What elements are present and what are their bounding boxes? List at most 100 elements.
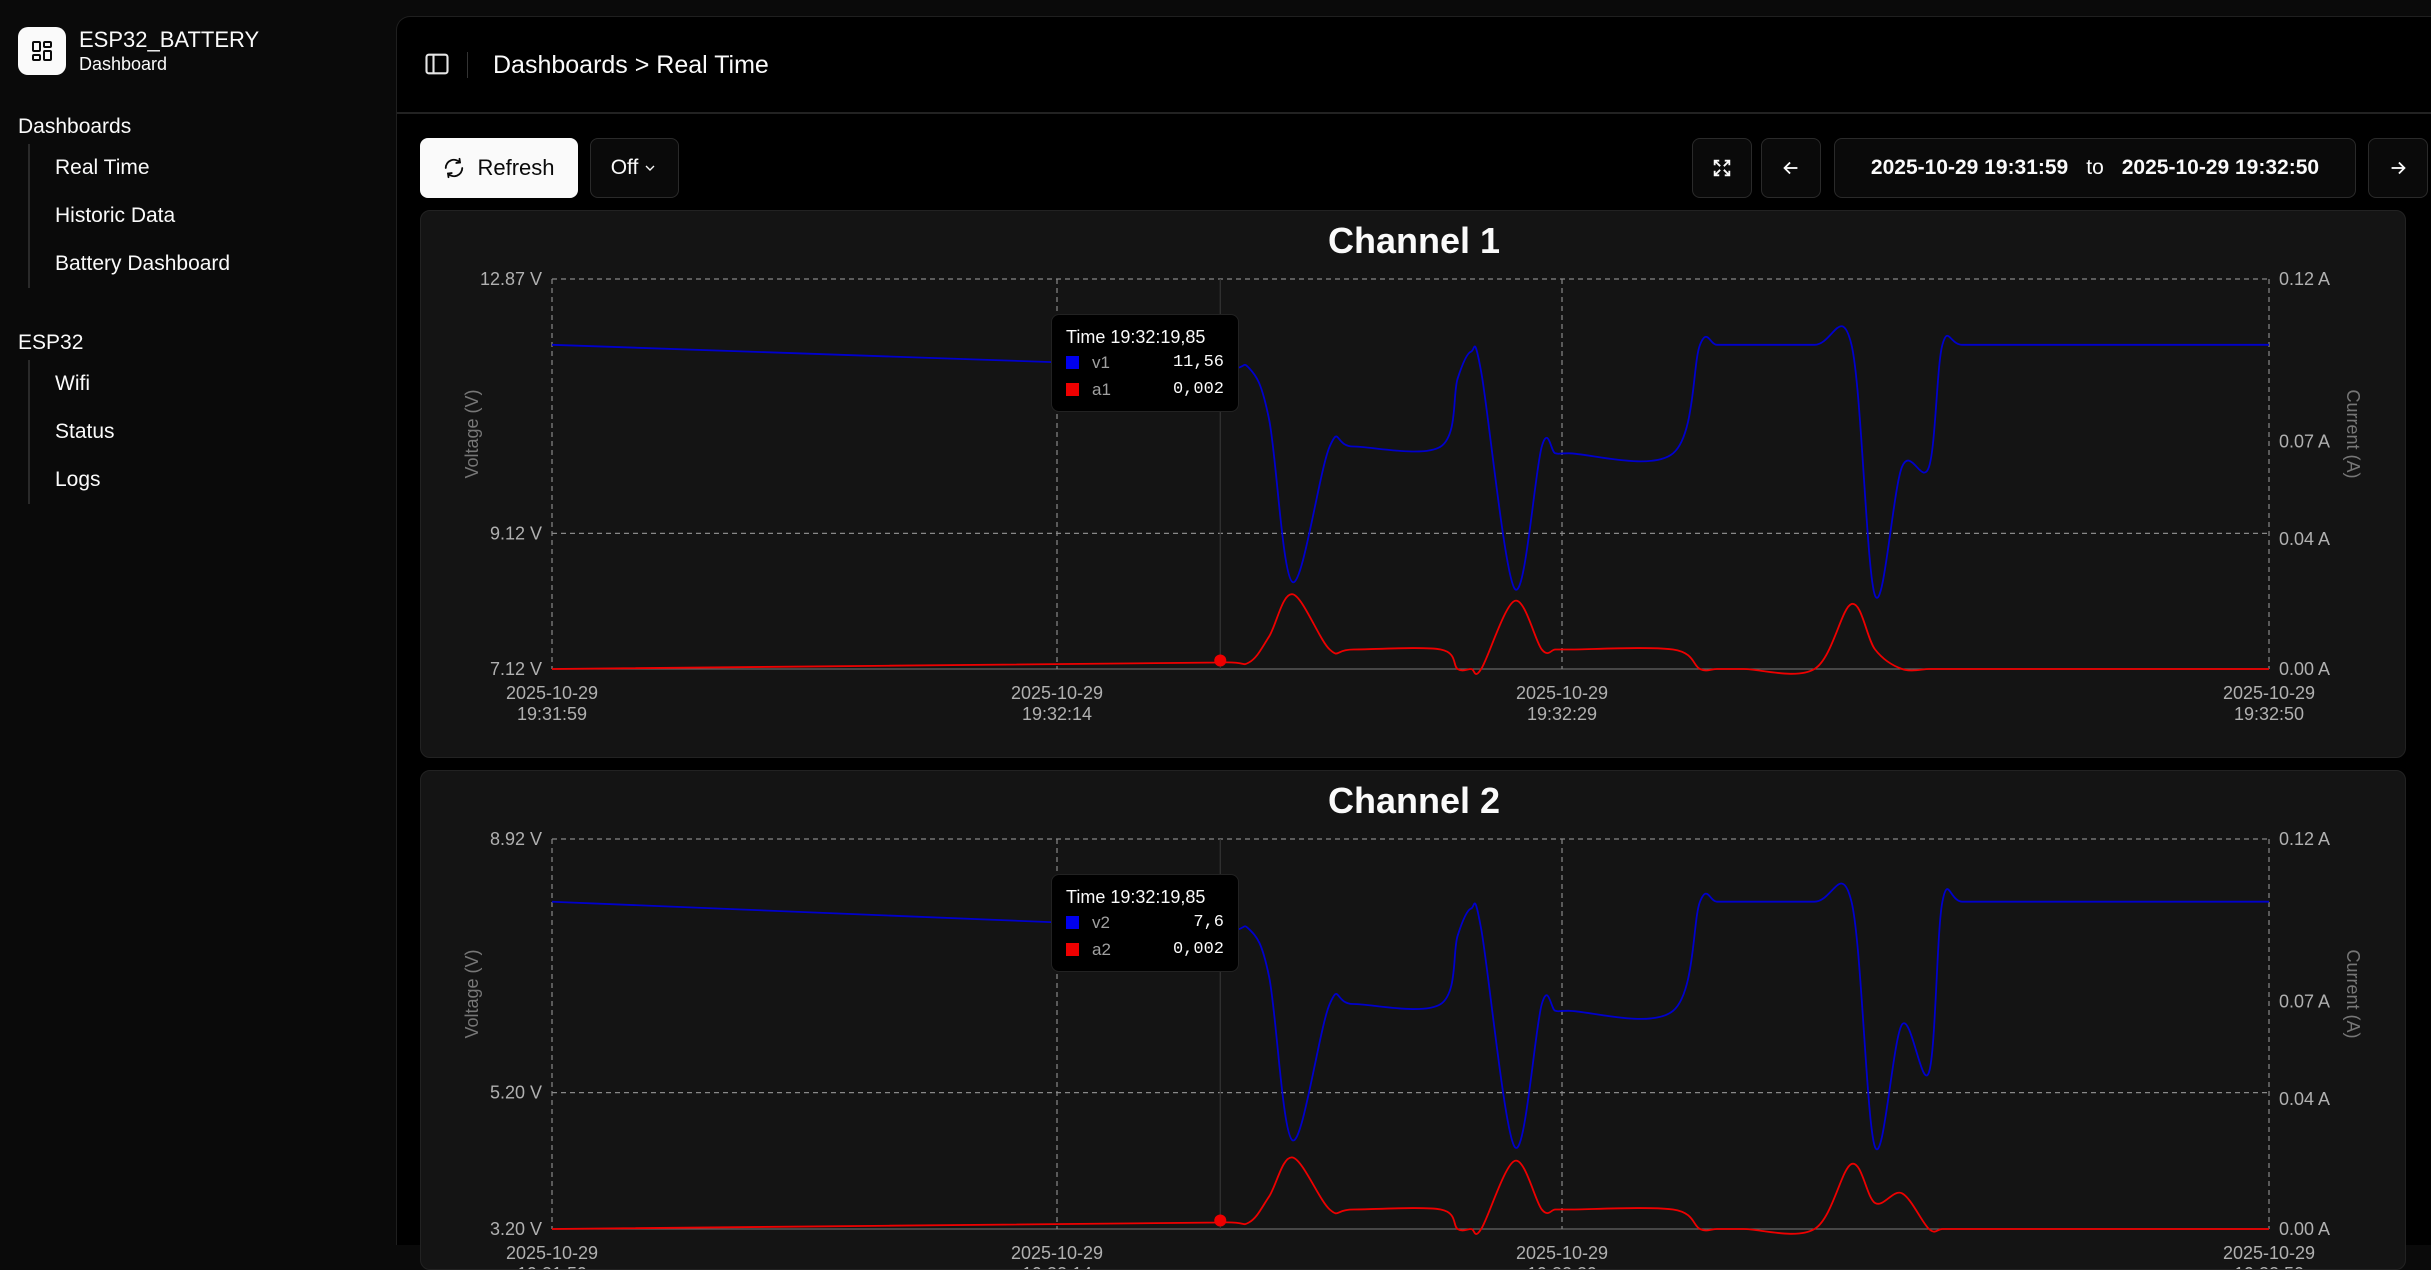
- y2-tick-label: 0.07 A: [2279, 992, 2330, 1012]
- refresh-label: Refresh: [477, 155, 555, 180]
- y-tick-label: 12.87 V: [480, 269, 542, 289]
- tooltip-series-value: 0,002: [1172, 380, 1224, 399]
- chart-tooltip: Time 19:32:19,85 v1 11,56 a1 0,002: [1051, 314, 1239, 412]
- header-divider: [467, 52, 468, 78]
- sidebar-item-wifi[interactable]: Wifi: [55, 360, 115, 408]
- x-tick-time: 19:31:59: [517, 704, 587, 724]
- chart-card-channel-1: Channel 1 12.87 V 9.12 V 7.12 V 0.12 A 0.07 A…: [420, 210, 2406, 758]
- x-tick-time: 19:32:14: [1022, 1264, 1092, 1270]
- toolbar: Refresh Off 2025-10-29 19:31:59 to 2025-…: [420, 138, 2428, 198]
- x-tick-date: 2025-10-29: [2223, 683, 2315, 703]
- x-tick-time: 19:31:59: [517, 1264, 587, 1270]
- y2-tick-label: 0.00 A: [2279, 659, 2330, 679]
- tooltip-time: Time 19:32:19,85: [1066, 887, 1206, 907]
- y2-axis-label: Current (A): [2343, 949, 2363, 1038]
- app-title: ESP32_BATTERY: [79, 27, 260, 52]
- nav-group-esp32: ESP32 Wifi Status Logs: [18, 326, 115, 504]
- series-line-v1: [551, 325, 2269, 599]
- y2-tick-label: 0.07 A: [2279, 432, 2330, 452]
- tooltip-series-name: v1: [1092, 352, 1110, 372]
- chevron-down-icon: [645, 165, 655, 171]
- tooltip-series-name: v2: [1092, 912, 1110, 932]
- legend-swatch-voltage: [1066, 356, 1079, 369]
- nav-group-dashboards: Dashboards Real Time Historic Data Batte…: [18, 110, 230, 288]
- auto-refresh-select[interactable]: Off: [590, 138, 679, 198]
- y-axis-label: Voltage (V): [462, 949, 482, 1038]
- x-tick-time: 19:32:29: [1527, 704, 1597, 724]
- x-tick-time: 19:32:29: [1527, 1264, 1597, 1270]
- range-to-word: to: [2086, 156, 2104, 179]
- tooltip-series-name: a1: [1092, 379, 1111, 399]
- legend-swatch-voltage: [1066, 916, 1079, 929]
- series-line-a1: [551, 593, 2269, 675]
- channel-1-chart[interactable]: Channel 1 12.87 V 9.12 V 7.12 V 0.12 A 0.07 A…: [421, 211, 2406, 758]
- x-tick-date: 2025-10-29: [1011, 1243, 1103, 1263]
- tooltip-time: Time 19:32:19,85: [1066, 327, 1206, 347]
- nav-group-label: ESP32: [18, 331, 84, 354]
- x-tick-date: 2025-10-29: [506, 683, 598, 703]
- fullscreen-icon: [1713, 159, 1731, 177]
- chart-title: Channel 2: [1328, 780, 1500, 821]
- refresh-button[interactable]: Refresh: [420, 138, 578, 198]
- legend-swatch-current: [1066, 943, 1079, 956]
- channel-2-chart[interactable]: Channel 2 8.92 V 5.20 V 3.20 V 0.12 A 0.07 A 0…: [421, 771, 2406, 1270]
- y-tick-label: 7.12 V: [490, 659, 542, 679]
- breadcrumb: Dashboards > Real Time: [493, 51, 769, 79]
- y-tick-label: 8.92 V: [490, 829, 542, 849]
- range-from: 2025-10-29 19:31:59: [1870, 156, 2069, 179]
- y2-tick-label: 0.00 A: [2279, 1219, 2330, 1239]
- tooltip-row: a1 0,002: [1066, 376, 1224, 403]
- time-range-picker[interactable]: 2025-10-29 19:31:59 to 2025-10-29 19:32:…: [1834, 138, 2356, 198]
- y2-tick-label: 0.12 A: [2279, 269, 2330, 289]
- chart-tooltip: Time 19:32:19,85 v2 7,6 a2 0,002: [1051, 874, 1239, 972]
- chart-card-channel-2: Channel 2 8.92 V 5.20 V 3.20 V 0.12 A 0.07 A 0…: [420, 770, 2406, 1270]
- tooltip-row: a2 0,002: [1066, 936, 1224, 963]
- app-brand[interactable]: ESP32_BATTERY Dashboard: [18, 27, 259, 75]
- y-axis-label: Voltage (V): [462, 389, 482, 478]
- dashboard-logo-icon: [18, 27, 66, 75]
- arrow-right-icon: [2391, 161, 2406, 175]
- sidebar-item-historic-data[interactable]: Historic Data: [55, 192, 230, 240]
- sidebar: ESP32_BATTERY Dashboard Dashboards Real …: [0, 0, 396, 1245]
- y2-axis-label: Current (A): [2343, 389, 2363, 478]
- hover-point: [1214, 1214, 1227, 1227]
- x-tick-time: 19:32:14: [1022, 704, 1092, 724]
- tooltip-series-value: 11,56: [1172, 353, 1224, 372]
- y-tick-label: 9.12 V: [490, 523, 542, 543]
- chart-title: Channel 1: [1328, 220, 1500, 261]
- y2-tick-label: 0.12 A: [2279, 829, 2330, 849]
- next-range-button[interactable]: [2368, 138, 2428, 198]
- main-panel: Dashboards > Real Time Refresh Off 2025-…: [396, 16, 2431, 1270]
- y-tick-label: 3.20 V: [490, 1219, 542, 1239]
- previous-range-button[interactable]: [1761, 138, 1821, 198]
- sidebar-item-battery-dashboard[interactable]: Battery Dashboard: [55, 240, 230, 288]
- sidebar-item-status[interactable]: Status: [55, 408, 115, 456]
- sidebar-item-real-time[interactable]: Real Time: [55, 144, 230, 192]
- fullscreen-button[interactable]: [1692, 138, 1752, 198]
- arrow-left-icon: [1783, 161, 1798, 175]
- refresh-icon: [445, 157, 464, 179]
- x-tick-date: 2025-10-29: [2223, 1243, 2315, 1263]
- series-line-a2: [551, 1156, 2269, 1235]
- y2-tick-label: 0.04 A: [2279, 529, 2330, 549]
- page-header: Dashboards > Real Time: [397, 17, 2431, 114]
- tooltip-series-name: a2: [1092, 939, 1111, 959]
- nav-group-label: Dashboards: [18, 115, 132, 138]
- sidebar-item-logs[interactable]: Logs: [55, 456, 115, 504]
- x-tick-time: 19:32:50: [2234, 1264, 2304, 1270]
- range-to: 2025-10-29 19:32:50: [2121, 156, 2320, 179]
- tooltip-row: v1 11,56: [1066, 349, 1224, 376]
- tooltip-row: v2 7,6: [1066, 909, 1224, 936]
- x-tick-time: 19:32:50: [2234, 704, 2304, 724]
- sidebar-toggle-icon[interactable]: [423, 50, 451, 78]
- tooltip-series-value: 0,002: [1172, 940, 1224, 959]
- app-subtitle: Dashboard: [79, 54, 168, 74]
- y-tick-label: 5.20 V: [490, 1083, 542, 1103]
- tooltip-series-value: 7,6: [1193, 913, 1224, 932]
- hover-point: [1214, 654, 1227, 667]
- x-tick-date: 2025-10-29: [1516, 1243, 1608, 1263]
- x-tick-date: 2025-10-29: [1516, 683, 1608, 703]
- y2-tick-label: 0.04 A: [2279, 1089, 2330, 1109]
- auto-refresh-value: Off: [610, 156, 639, 179]
- series-line-v2: [551, 882, 2269, 1151]
